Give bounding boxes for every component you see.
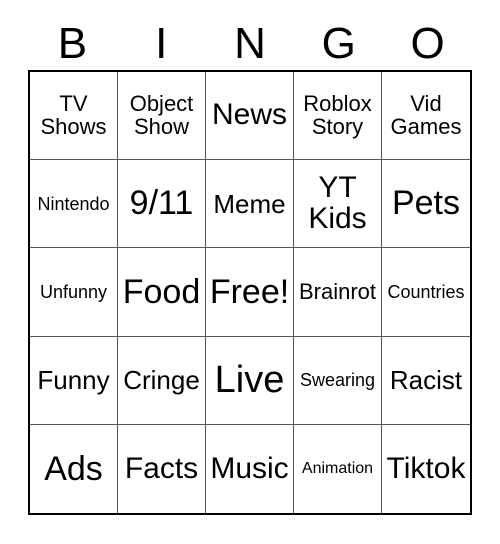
- bingo-cell-label: Racist: [389, 364, 463, 395]
- bingo-cell-r4-c4[interactable]: Swearing: [294, 336, 382, 425]
- bingo-cell-r1-c3[interactable]: News: [206, 72, 294, 161]
- bingo-cell-label: TV Shows: [40, 91, 107, 139]
- bingo-cell-r5-c4[interactable]: Animation: [294, 424, 382, 513]
- bingo-cell-r3-c2[interactable]: Food: [118, 248, 206, 337]
- bingo-cell-label: Swearing: [299, 370, 376, 391]
- bingo-cell-r4-c5[interactable]: Racist: [382, 336, 470, 425]
- bingo-cell-r1-c1[interactable]: TV Shows: [30, 72, 118, 161]
- bingo-cell-r5-c5[interactable]: Tiktok: [382, 424, 470, 513]
- bingo-cell-r2-c2[interactable]: 9/11: [118, 160, 206, 249]
- bingo-cell-label: Animation: [301, 459, 374, 477]
- bingo-cell-label: Nintendo: [37, 193, 110, 214]
- bingo-cell-r2-c4[interactable]: YT Kids: [294, 160, 382, 249]
- bingo-cell-r2-c1[interactable]: Nintendo: [30, 160, 118, 249]
- bingo-header-letter-o: O: [410, 19, 445, 68]
- bingo-header-letters: BINGO: [28, 18, 472, 70]
- bingo-cell-label: Tiktok: [386, 451, 466, 485]
- bingo-cell-label: Object Show: [129, 91, 194, 139]
- bingo-cell-r2-c3[interactable]: Meme: [206, 160, 294, 249]
- bingo-cell-r4-c1[interactable]: Funny: [30, 336, 118, 425]
- bingo-card: B I N G O TV Shows Object Show News Roblox Story Vi…: [0, 0, 500, 544]
- bingo-cell-r3-c1[interactable]: Unfunny: [30, 248, 118, 337]
- bingo-header-letter-g: G: [321, 19, 356, 68]
- bingo-cell-r1-c4[interactable]: Roblox Story: [294, 72, 382, 161]
- bingo-cell-label: Countries: [387, 281, 465, 302]
- bingo-cell-label: Ads: [44, 449, 103, 488]
- bingo-cell-r4-c2[interactable]: Cringe: [118, 336, 206, 425]
- bingo-cell-label: Unfunny: [39, 281, 108, 302]
- bingo-header-letter-i: I: [155, 19, 168, 68]
- bingo-cell-label: Free!: [209, 272, 290, 311]
- bingo-cell-r3-c4[interactable]: Brainrot: [294, 248, 382, 337]
- bingo-cell-label: Vid Games: [390, 91, 462, 139]
- bingo-cell-label: Facts: [124, 451, 199, 485]
- bingo-cell-label: Food: [122, 272, 201, 311]
- bingo-grid: TV Shows Object Show News Roblox Story Vid Games…: [28, 70, 472, 515]
- bingo-cell-r1-c2[interactable]: Object Show: [118, 72, 206, 161]
- bingo-cell-label: Funny: [37, 364, 110, 395]
- bingo-cell-label: Music: [210, 451, 289, 485]
- bingo-cell-r3-c5[interactable]: Countries: [382, 248, 470, 337]
- bingo-cell-label: Pets: [391, 184, 461, 223]
- bingo-cell-label: 9/11: [129, 184, 194, 223]
- bingo-cell-label: News: [211, 98, 287, 132]
- bingo-cell-label: Roblox Story: [303, 91, 372, 139]
- bingo-cell-label: YT Kids: [308, 171, 367, 235]
- bingo-cell-r5-c2[interactable]: Facts: [118, 424, 206, 513]
- bingo-cell-label: Brainrot: [298, 278, 377, 304]
- bingo-cell-r4-c3[interactable]: Live: [206, 336, 294, 425]
- bingo-header-letter-n: N: [234, 19, 266, 68]
- bingo-cell-r2-c5[interactable]: Pets: [382, 160, 470, 249]
- bingo-cell-r5-c1[interactable]: Ads: [30, 424, 118, 513]
- bingo-cell-label: Meme: [213, 188, 286, 219]
- bingo-header-letter-b: B: [57, 19, 88, 68]
- bingo-cell-r1-c5[interactable]: Vid Games: [382, 72, 470, 161]
- bingo-cell-r3-c3[interactable]: Free!: [206, 248, 294, 337]
- bingo-cell-label: Live: [214, 358, 285, 401]
- bingo-cell-r5-c3[interactable]: Music: [206, 424, 294, 513]
- bingo-cell-label: Cringe: [123, 364, 200, 395]
